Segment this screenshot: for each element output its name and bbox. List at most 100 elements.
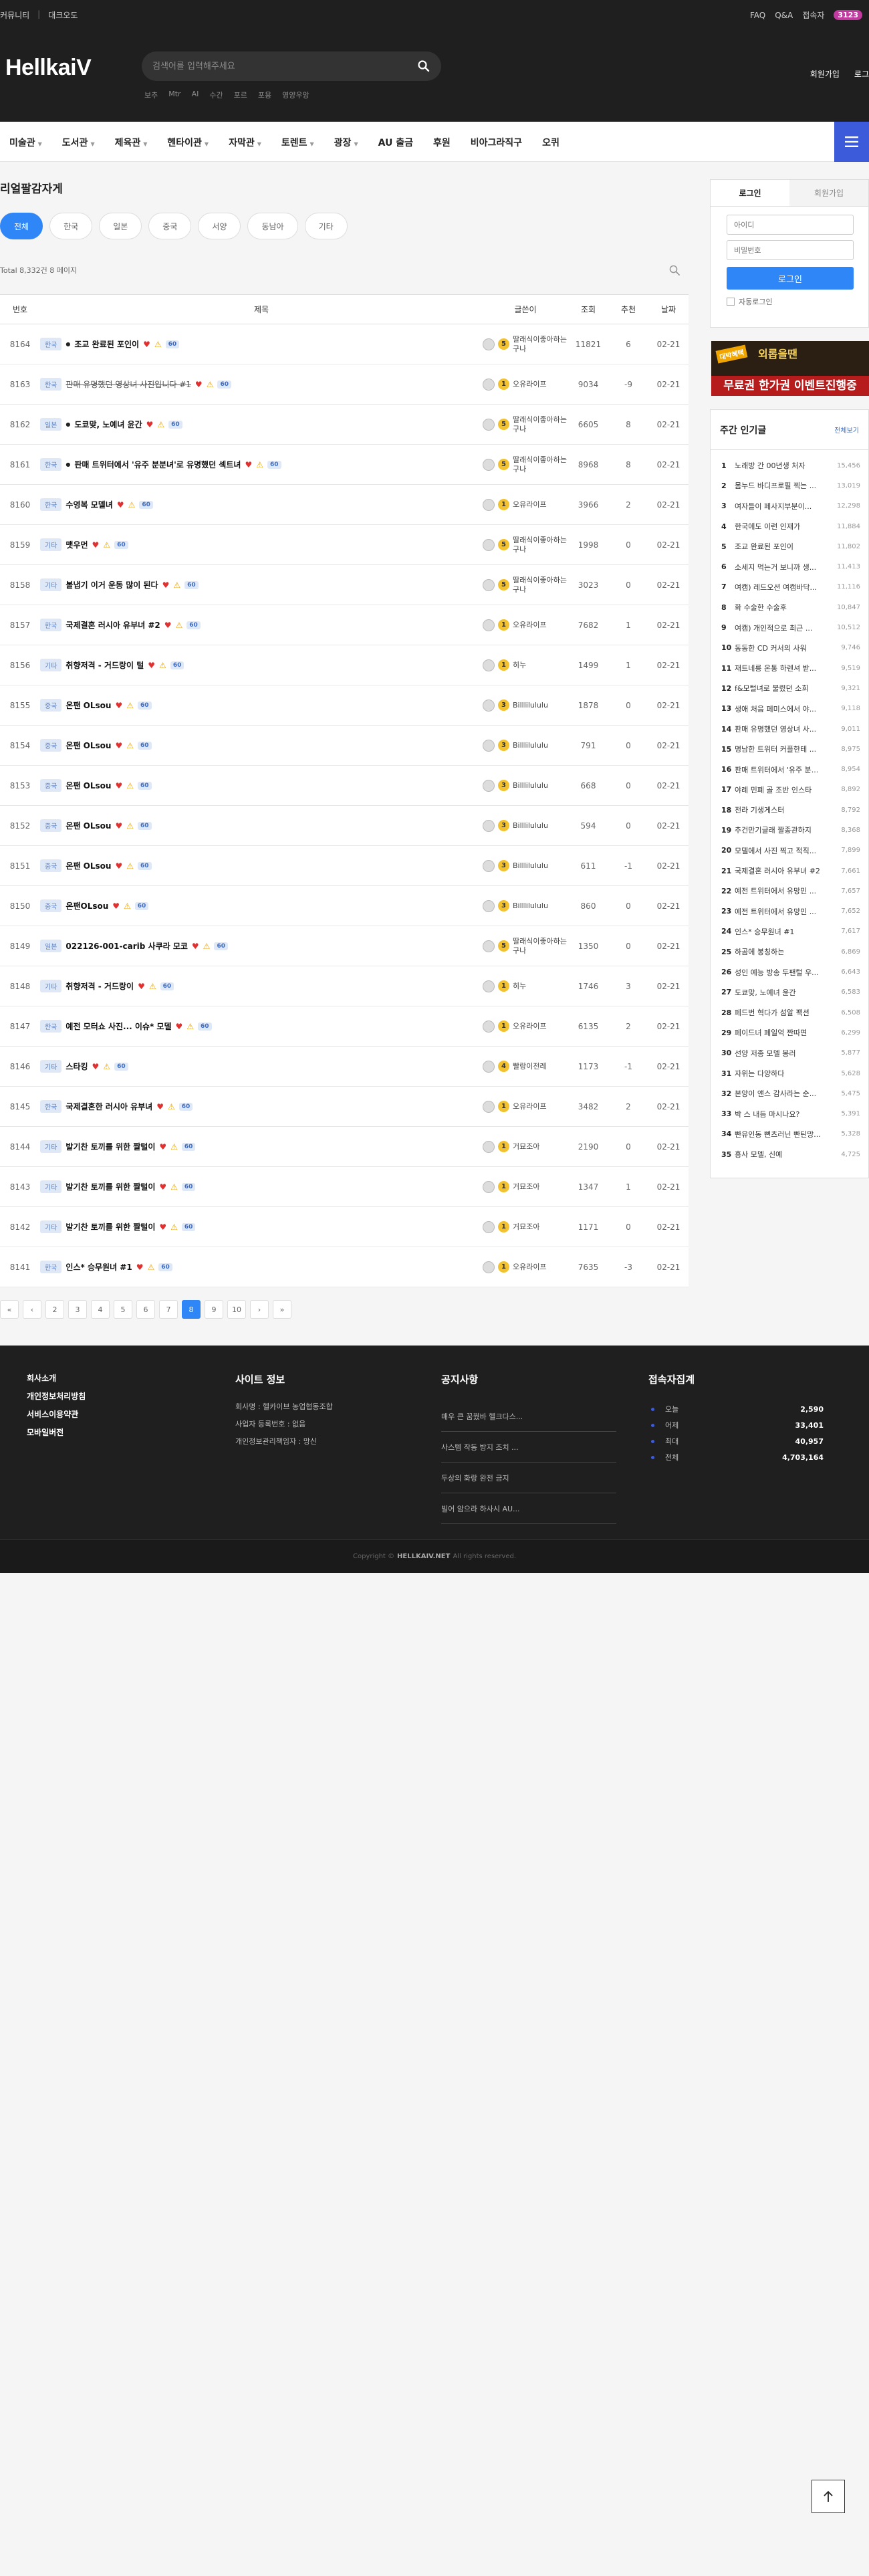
- list-item[interactable]: 31 자위는 다양하다 5,628: [711, 1063, 868, 1083]
- popular-title[interactable]: 노래방 간 00년생 처자: [735, 460, 833, 471]
- list-item[interactable]: 13 생애 처음 페미스에서 야... 9,118: [711, 699, 868, 719]
- post-title-cell[interactable]: 기타 맷우먼 ♥ ⚠ 60: [40, 524, 483, 565]
- table-row[interactable]: 8158 기타 볼냅기 이거 운동 많이 된다 ♥ ⚠ 60 5 딸래식이좋아하는구나 3023…: [0, 564, 689, 605]
- list-item[interactable]: 19 추건만기글래 짤종관하지 8,368: [711, 820, 868, 840]
- popular-title[interactable]: 명남한 트위터 커플한테 ...: [735, 744, 837, 754]
- list-item[interactable]: 24 인스* 승무원녀 #1 7,617: [711, 922, 868, 942]
- popular-title[interactable]: 조교 완료된 포인이: [735, 541, 833, 552]
- author-name[interactable]: 딸래식이좋아하는구나: [513, 455, 568, 474]
- author-name[interactable]: 딸래식이좋아하는구나: [513, 415, 568, 434]
- list-item[interactable]: 17 야례 민폐 골 조반 인스타 8,892: [711, 780, 868, 800]
- post-title-link[interactable]: 온팬OLsou: [66, 900, 108, 911]
- category-tab[interactable]: 서양: [198, 213, 241, 239]
- post-author-cell[interactable]: 1 히누: [483, 966, 568, 1006]
- list-item[interactable]: 25 하곰에 봉칭하는 6,869: [711, 942, 868, 962]
- page-link[interactable]: 5: [114, 1300, 132, 1319]
- post-title-link[interactable]: 국제결혼 러시아 유부녀 #2: [66, 619, 160, 631]
- page-link[interactable]: 10: [227, 1300, 246, 1319]
- post-author-cell[interactable]: 1 거묘조아: [483, 1206, 568, 1247]
- post-author-cell[interactable]: 3 Billlilululu: [483, 685, 568, 726]
- popular-title[interactable]: 박 스 내듬 마시나요?: [735, 1109, 837, 1119]
- search-input[interactable]: [152, 58, 406, 74]
- post-author-cell[interactable]: 5 딸래식이좋아하는구나: [483, 564, 568, 605]
- category-tab[interactable]: 중국: [148, 213, 192, 239]
- post-title-link[interactable]: 022126-001-carib 사쿠라 모코: [66, 940, 188, 952]
- post-title-link[interactable]: 발기찬 토끼를 위한 짤털이: [66, 1181, 155, 1192]
- list-item[interactable]: 14 판매 유명했던 영상녀 사... 9,011: [711, 719, 868, 739]
- post-title-cell[interactable]: 기타 볼냅기 이거 운동 많이 된다 ♥ ⚠ 60: [40, 564, 483, 605]
- list-item[interactable]: 9 여캠) 개인적으로 최근 ... 10,512: [711, 617, 868, 637]
- post-title-cell[interactable]: 한국 ● 조교 완료된 포인이 ♥ ⚠ 60: [40, 324, 483, 364]
- post-title-link[interactable]: 조교 완료된 포인이: [74, 338, 139, 350]
- table-row[interactable]: 8145 한국 국제결혼한 러시아 유부녀 ♥ ⚠ 60 1 오유라이프 3482 2 02-21: [0, 1086, 689, 1127]
- author-name[interactable]: 오유라이프: [513, 621, 547, 630]
- author-name[interactable]: 히누: [513, 982, 526, 991]
- post-title-link[interactable]: 맷우먼: [66, 539, 88, 550]
- footer-notice-item[interactable]: 사스템 작동 방지 조치 ...: [441, 1432, 616, 1463]
- footer-notice-item[interactable]: 빌어 암으라 하사시 AU...: [441, 1493, 616, 1524]
- post-title-cell[interactable]: 한국 예전 모터쇼 사진... 이슈* 모델 ♥ ⚠ 60: [40, 1006, 483, 1047]
- table-row[interactable]: 8162 일본 ● 도쿄맞, 노예녀 윤간 ♥ ⚠ 60 5 딸래식이좋아하는구나 6605 8 02…: [0, 404, 689, 445]
- topbar-link-qna[interactable]: Q&A: [775, 11, 793, 20]
- popular-title[interactable]: 페드번 혁다가 섬알 팩션: [735, 1007, 837, 1018]
- author-name[interactable]: 히누: [513, 661, 526, 670]
- author-name[interactable]: 거묘조아: [513, 1182, 539, 1192]
- author-name[interactable]: 딸래식이좋아하는구나: [513, 937, 568, 956]
- list-item[interactable]: 35 흥사 모델, 신예 4,725: [711, 1144, 868, 1164]
- author-name[interactable]: 빨랑이전레: [513, 1062, 547, 1071]
- nav-item[interactable]: 비아그라직구: [471, 136, 522, 149]
- topbar-link-dark[interactable]: 대크오도: [48, 9, 78, 21]
- popular-title[interactable]: 모델에서 사진 찍고 적직...: [735, 845, 837, 856]
- post-title-link[interactable]: 취향저격 - 거드랑이 털: [66, 659, 144, 671]
- footer-notice-item[interactable]: 매우 큰 꿈꿨바 헬크다스...: [441, 1401, 616, 1432]
- popular-title[interactable]: 판매 유명했던 영상녀 사...: [735, 724, 837, 734]
- list-item[interactable]: 4 한국에도 이런 인재가 11,884: [711, 516, 868, 536]
- popular-title[interactable]: 선양 저종 모델 봉러: [735, 1048, 837, 1059]
- post-author-cell[interactable]: 1 오유라이프: [483, 484, 568, 525]
- list-item[interactable]: 11 재트네릉 온통 하렌셔 받... 9,519: [711, 658, 868, 678]
- post-title-link[interactable]: 예전 모터쇼 사진... 이슈* 모델: [66, 1021, 171, 1032]
- author-name[interactable]: 오유라이프: [513, 1022, 547, 1031]
- table-row[interactable]: 8156 기타 취향저격 - 거드랑이 털 ♥ ⚠ 60 1 히누 1499 1 02-21: [0, 645, 689, 685]
- post-title-link[interactable]: 스타킹: [66, 1061, 88, 1072]
- list-item[interactable]: 16 판매 트위터에서 '유주 분... 8,954: [711, 759, 868, 779]
- nav-item[interactable]: 후원: [433, 136, 451, 149]
- post-author-cell[interactable]: 5 딸래식이좋아하는구나: [483, 444, 568, 485]
- author-name[interactable]: 오유라이프: [513, 1263, 547, 1272]
- post-author-cell[interactable]: 5 딸래식이좋아하는구나: [483, 404, 568, 445]
- list-item[interactable]: 21 국제결혼 러시아 유부녀 #2 7,661: [711, 861, 868, 881]
- post-title-cell[interactable]: 중국 온팬 OLsou ♥ ⚠ 60: [40, 685, 483, 726]
- popular-title[interactable]: 인스* 승무원녀 #1: [735, 926, 837, 937]
- nav-item[interactable]: 제육관 ▼: [115, 136, 148, 149]
- popular-title[interactable]: 빤유인동 뻔츠러닌 빤틴망...: [735, 1129, 837, 1140]
- list-item[interactable]: 29 페이드녀 페일억 짠따면 6,299: [711, 1023, 868, 1043]
- hot-keyword[interactable]: 수간: [209, 90, 223, 100]
- nav-item[interactable]: 광장 ▼: [334, 136, 358, 149]
- table-row[interactable]: 8150 중국 온팬OLsou ♥ ⚠ 60 3 Billlilululu 860 0 02-21: [0, 885, 689, 926]
- category-tab[interactable]: 기타: [304, 213, 348, 239]
- join-link[interactable]: 회원가입: [810, 68, 840, 80]
- post-title-cell[interactable]: 한국 수영복 모델녀 ♥ ⚠ 60: [40, 484, 483, 525]
- table-row[interactable]: 8147 한국 예전 모터쇼 사진... 이슈* 모델 ♥ ⚠ 60 1 오유라이프 6135 2…: [0, 1006, 689, 1047]
- popular-title[interactable]: 판매 트위터에서 '유주 분...: [735, 764, 837, 775]
- author-name[interactable]: Billlilululu: [513, 821, 548, 831]
- list-item[interactable]: 33 박 스 내듬 마시나요? 5,391: [711, 1104, 868, 1124]
- post-title-link[interactable]: 볼냅기 이거 운동 많이 된다: [66, 579, 158, 591]
- post-author-cell[interactable]: 3 Billlilululu: [483, 725, 568, 766]
- post-title-cell[interactable]: 기타 취향저격 - 거드랑이 ♥ ⚠ 60: [40, 966, 483, 1006]
- popular-title[interactable]: 예전 트위터에서 유망민 ...: [735, 885, 837, 896]
- list-item[interactable]: 27 도쿄맞, 노예녀 윤간 6,583: [711, 982, 868, 1002]
- topbar-link-online[interactable]: 접속자: [802, 9, 824, 21]
- list-item[interactable]: 23 예전 트위터에서 유망민 ... 7,652: [711, 901, 868, 922]
- post-author-cell[interactable]: 5 딸래식이좋아하는구나: [483, 926, 568, 966]
- board-search-icon[interactable]: [668, 264, 680, 276]
- list-item[interactable]: 3 여자들이 페사지부분이... 12,298: [711, 496, 868, 516]
- tab-login[interactable]: 로그인: [711, 180, 789, 206]
- hot-keyword[interactable]: 보추: [144, 90, 158, 100]
- nav-item[interactable]: AU 출금: [378, 136, 413, 149]
- list-item[interactable]: 30 선양 저종 모델 봉러 5,877: [711, 1043, 868, 1063]
- post-title-cell[interactable]: 중국 온팬 OLsou ♥ ⚠ 60: [40, 765, 483, 806]
- login-id-field[interactable]: [727, 215, 854, 235]
- popular-title[interactable]: 페이드녀 페일억 짠따면: [735, 1027, 837, 1038]
- page-link[interactable]: 7: [159, 1300, 178, 1319]
